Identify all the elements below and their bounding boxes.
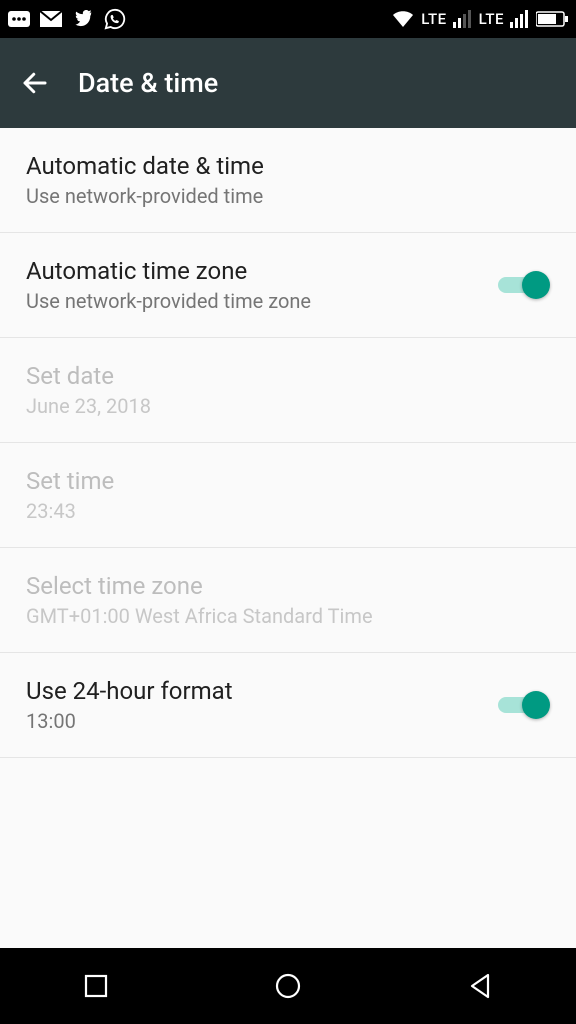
back-button[interactable] <box>460 966 500 1006</box>
recent-apps-button[interactable] <box>76 966 116 1006</box>
setting-title: Use 24-hour format <box>26 677 498 705</box>
whatsapp-icon <box>104 8 126 30</box>
lte-label-2: LTE <box>479 10 504 28</box>
lte-label-1: LTE <box>421 10 446 28</box>
setting-title: Select time zone <box>26 572 550 600</box>
setting-set-time: Set time 23:43 <box>0 443 576 548</box>
setting-subtitle: 13:00 <box>26 709 498 733</box>
more-notifications-icon <box>8 11 30 27</box>
setting-automatic-date-time[interactable]: Automatic date & time Use network-provid… <box>0 128 576 233</box>
setting-use-24h-format[interactable]: Use 24-hour format 13:00 <box>0 653 576 758</box>
settings-list: Automatic date & time Use network-provid… <box>0 128 576 758</box>
setting-automatic-time-zone[interactable]: Automatic time zone Use network-provided… <box>0 233 576 338</box>
mail-icon <box>40 11 62 27</box>
navigation-bar <box>0 948 576 1024</box>
page-title: Date & time <box>78 67 218 99</box>
wifi-icon <box>391 9 415 29</box>
setting-set-date: Set date June 23, 2018 <box>0 338 576 443</box>
use-24h-switch[interactable] <box>498 691 550 719</box>
setting-title: Automatic date & time <box>26 152 550 180</box>
setting-select-time-zone: Select time zone GMT+01:00 West Africa S… <box>0 548 576 653</box>
setting-title: Set date <box>26 362 550 390</box>
battery-icon <box>536 11 568 27</box>
setting-title: Automatic time zone <box>26 257 498 285</box>
home-button[interactable] <box>268 966 308 1006</box>
twitter-icon <box>72 10 94 28</box>
status-bar: LTE LTE <box>0 0 576 38</box>
setting-subtitle: Use network-provided time zone <box>26 289 498 313</box>
automatic-time-zone-switch[interactable] <box>498 271 550 299</box>
signal-icon-2 <box>510 10 530 28</box>
setting-subtitle: June 23, 2018 <box>26 394 550 418</box>
setting-subtitle: GMT+01:00 West Africa Standard Time <box>26 604 550 628</box>
setting-subtitle: 23:43 <box>26 499 550 523</box>
back-icon[interactable] <box>20 68 50 98</box>
app-bar: Date & time <box>0 38 576 128</box>
signal-icon-1 <box>453 10 473 28</box>
setting-title: Set time <box>26 467 550 495</box>
setting-subtitle: Use network-provided time <box>26 184 550 208</box>
